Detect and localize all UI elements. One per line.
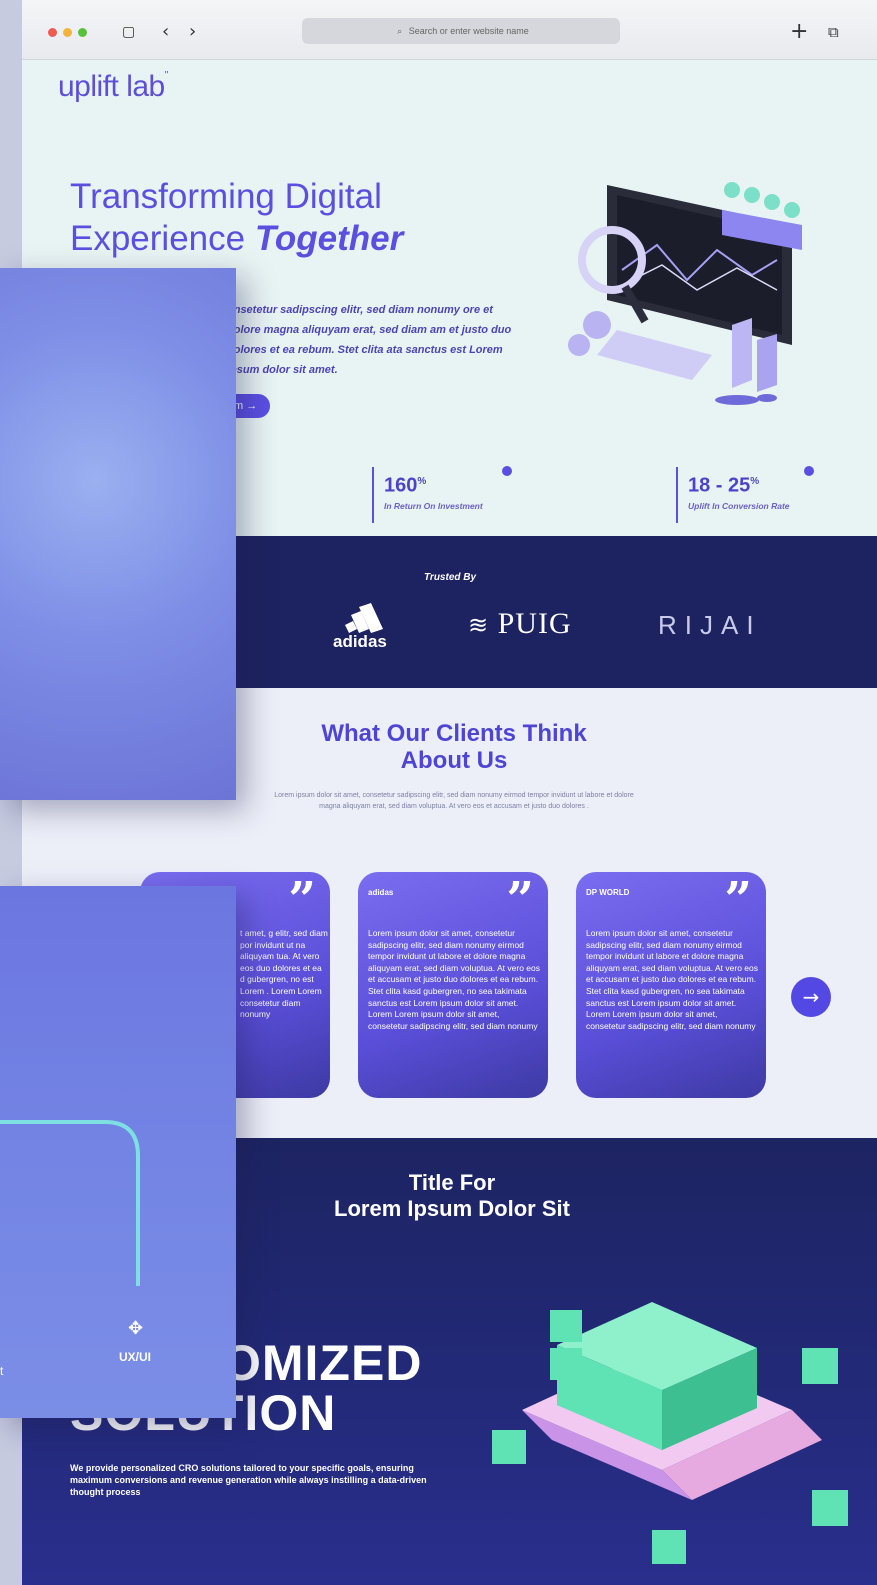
new-tab-icon[interactable]: + (790, 20, 808, 44)
address-placeholder: Search or enter website name (408, 26, 529, 36)
rijai-logo: RIJAI (658, 610, 762, 640)
cube-illustration (492, 1302, 848, 1564)
stat-info-icon[interactable] (502, 466, 512, 476)
puig-logo: ≋ PUIG (468, 607, 572, 640)
hero-paragraph: onsetetur sadipscing elitr, sed diam non… (227, 304, 512, 376)
close-dot[interactable] (48, 28, 57, 37)
hero-title: Transforming Digital Experience Together (70, 177, 404, 258)
adidas-logo: adidas (331, 603, 401, 654)
minimize-dot[interactable] (63, 28, 72, 37)
tabs-overview-icon[interactable]: ⧉ (828, 20, 839, 44)
quote-icon: ” (288, 872, 316, 928)
analytics-illustration (568, 182, 802, 405)
testimonial-card[interactable]: ” DP WORLD Lorem ipsum dolor sit amet, c… (576, 872, 766, 1098)
move-icon: ✥ (128, 1318, 144, 1339)
brand-logo[interactable]: uplift lab" (58, 70, 168, 104)
sidebar-icon[interactable]: ▢ (122, 20, 135, 44)
quote-icon: ” (724, 872, 752, 928)
big-heading-line1: OMIZED (222, 1335, 423, 1391)
back-icon[interactable]: ‹ (162, 20, 169, 44)
maximize-dot[interactable] (78, 28, 87, 37)
overlay-glass-panel (0, 886, 236, 1418)
testimonials-intro: Lorem ipsum dolor sit amet, consetetur s… (274, 792, 634, 810)
solutions-paragraph: We provide personalized CRO solutions ta… (70, 1463, 427, 1497)
trusted-label: Trusted By (424, 572, 477, 583)
testimonial-card[interactable]: ” adidas Lorem ipsum dolor sit amet, con… (358, 872, 548, 1098)
quote-icon: ” (506, 872, 534, 928)
card-text: t amet, g elitr, sed diam por invidunt u… (240, 928, 328, 1020)
overlay-glass-panel (0, 268, 236, 800)
forward-icon[interactable]: › (189, 20, 196, 44)
testimonials-title: What Our Clients Think About Us (321, 720, 587, 774)
next-arrow-button[interactable]: → (791, 977, 831, 1017)
search-icon: ⌕ (397, 27, 403, 37)
card-text: Lorem ipsum dolor sit amet, consetetur s… (586, 928, 758, 1031)
edge-text: t (0, 1364, 4, 1378)
stat-info-icon[interactable] (804, 466, 814, 476)
glow-line-decoration (0, 1120, 140, 1286)
svg-text:adidas: adidas (333, 632, 387, 649)
uxui-label: UX/UI (119, 1350, 152, 1364)
solutions-title: Title For Lorem Ipsum Dolor Sit (334, 1170, 570, 1221)
card-brand: DP WORLD (586, 888, 630, 897)
browser-toolbar: ▢ ‹ › ⌕ Search or enter website name + ⧉ (22, 0, 877, 60)
stat-roi: 160% In Return On Investment (372, 467, 483, 523)
stat-conversion: 18 - 25% Uplift In Conversion Rate (676, 467, 790, 523)
card-text: Lorem ipsum dolor sit amet, consetetur s… (368, 928, 540, 1031)
address-bar[interactable]: ⌕ Search or enter website name (302, 18, 620, 44)
card-brand: adidas (368, 888, 394, 897)
